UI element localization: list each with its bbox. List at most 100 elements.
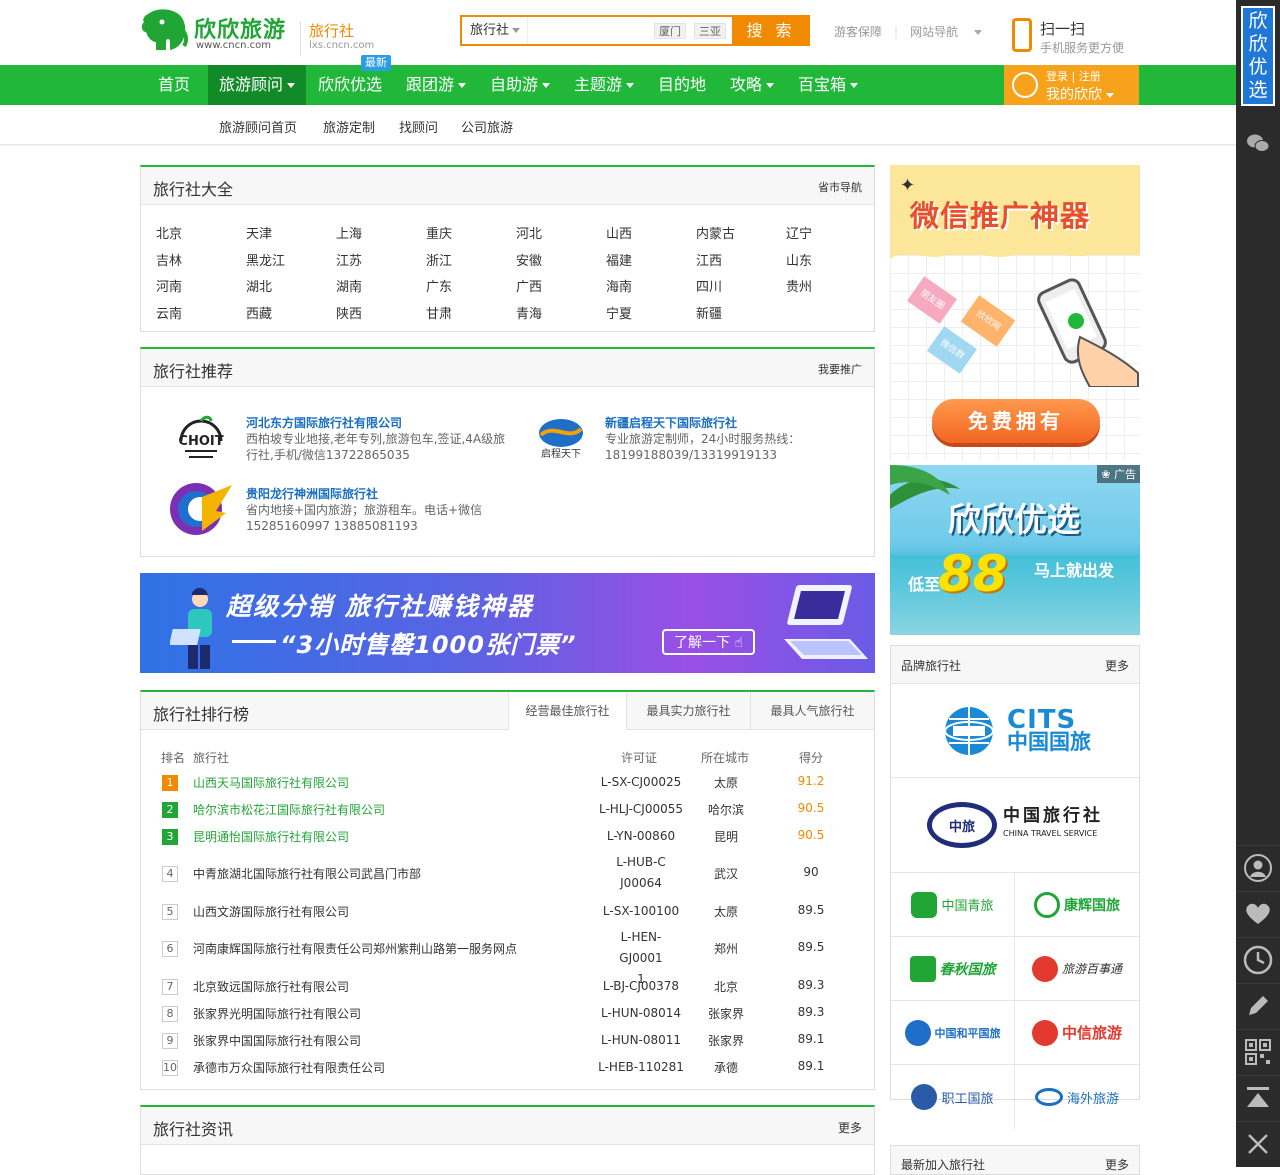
brand-peace[interactable]: 中国和平国旅 [891, 1001, 1015, 1065]
nav-home[interactable]: 首页 [140, 65, 208, 105]
recommend-agency-name[interactable]: 贵阳龙行神洲国际旅行社 [246, 485, 378, 502]
brand-staff[interactable]: 职工国旅 [891, 1065, 1015, 1129]
province-link[interactable]: 河北 [516, 223, 542, 242]
province-link[interactable]: 重庆 [426, 223, 452, 242]
province-link[interactable]: 陕西 [336, 303, 362, 322]
search-type-select[interactable]: 旅行社 [462, 17, 528, 44]
province-link[interactable]: 天津 [246, 223, 272, 242]
province-link[interactable]: 新疆 [696, 303, 722, 322]
my-account-menu[interactable]: 我的欣欣 [1046, 84, 1114, 104]
new-agencies-more-link[interactable]: 更多 [1105, 1156, 1129, 1173]
search-keyword-sanya[interactable]: 三亚 [694, 23, 726, 39]
province-link[interactable]: 青海 [516, 303, 542, 322]
guarantee-link[interactable]: 游客保障 [834, 25, 882, 39]
nav-theme-tour[interactable]: 主题游 [562, 65, 646, 105]
ranking-agency-link[interactable]: 承德市万众国际旅行社有限责任公司 [193, 1059, 385, 1076]
ad-free-button[interactable]: 免费拥有 [932, 399, 1100, 443]
nav-consultant[interactable]: 旅游顾问 [208, 65, 306, 105]
subsite-label[interactable]: 旅行社 lxs.cncn.com [300, 22, 374, 56]
subnav-custom-tour[interactable]: 旅游定制 [323, 117, 375, 136]
back-to-top-icon[interactable] [1236, 1075, 1280, 1119]
tab-best-operated[interactable]: 经营最佳旅行社 [508, 692, 626, 731]
user-icon[interactable] [1236, 845, 1280, 889]
province-link[interactable]: 湖南 [336, 276, 362, 295]
province-link[interactable]: 山西 [606, 223, 632, 242]
search-keyword-xiamen[interactable]: 厦门 [654, 23, 686, 39]
close-icon[interactable] [1236, 1121, 1280, 1165]
ranking-agency-link[interactable]: 昆明通怡国际旅行社有限公司 [193, 828, 349, 845]
heart-icon[interactable] [1236, 891, 1280, 935]
nav-guide[interactable]: 攻略 [718, 65, 786, 105]
province-link[interactable]: 江苏 [336, 250, 362, 269]
brand-comfort[interactable]: 康辉国旅 [1015, 873, 1139, 937]
brand-cits[interactable]: CITS 中国国旅 [891, 684, 1139, 778]
ranking-agency-link[interactable]: 河南康辉国际旅行社有限责任公司郑州紫荆山路第一服务网点 [193, 940, 517, 957]
qrcode-icon[interactable] [1236, 1029, 1280, 1073]
banner-learn-more-button[interactable]: 了解一下 ☝ [662, 629, 755, 655]
ranking-agency-link[interactable]: 北京致远国际旅行社有限公司 [193, 978, 349, 995]
ranking-agency-link[interactable]: 中青旅湖北国际旅行社有限公司武昌门市部 [193, 865, 421, 882]
province-link[interactable]: 浙江 [426, 250, 452, 269]
province-link[interactable]: 四川 [696, 276, 722, 295]
province-link[interactable]: 吉林 [156, 250, 182, 269]
brand-overseas[interactable]: 海外旅游 [1015, 1065, 1139, 1129]
brand-more-link[interactable]: 更多 [1105, 657, 1129, 674]
brand-cts[interactable]: 中旅 中国旅行社 CHINA TRAVEL SERVICE [891, 778, 1139, 873]
nav-destination[interactable]: 目的地 [646, 65, 718, 105]
province-link[interactable]: 河南 [156, 276, 182, 295]
brand-spring[interactable]: 春秋国旅 [891, 937, 1015, 1001]
nav-group-tour[interactable]: 跟团游 [394, 65, 478, 105]
province-link[interactable]: 山东 [786, 250, 812, 269]
search-button[interactable]: 搜 索 [732, 15, 810, 46]
province-link[interactable]: 广东 [426, 276, 452, 295]
ranking-agency-link[interactable]: 张家界中国国际旅行社有限公司 [193, 1032, 361, 1049]
province-link[interactable]: 广西 [516, 276, 542, 295]
province-nav-link[interactable]: 省市导航 [818, 179, 862, 195]
youxuan-ad[interactable]: ❀ 广告 欣欣优选 低至 88 马上就出发 [890, 465, 1140, 635]
province-link[interactable]: 西藏 [246, 303, 272, 322]
province-link[interactable]: 上海 [336, 223, 362, 242]
subnav-find-consultant[interactable]: 找顾问 [399, 117, 438, 136]
brand-cyts[interactable]: 中国青旅 [891, 873, 1015, 937]
tab-most-popular[interactable]: 最具人气旅行社 [750, 692, 874, 730]
sitenav-link[interactable]: 网站导航 [910, 25, 994, 39]
province-link[interactable]: 安徽 [516, 250, 542, 269]
subnav-consultant-home[interactable]: 旅游顾问首页 [219, 117, 297, 136]
subnav-company-tour[interactable]: 公司旅游 [461, 117, 513, 136]
province-link[interactable]: 北京 [156, 223, 182, 242]
brand-baishitong[interactable]: 旅游百事通 [1015, 937, 1139, 1001]
province-link[interactable]: 江西 [696, 250, 722, 269]
sidebar-youxuan[interactable]: 欣欣优选 [1241, 6, 1275, 106]
wechat-promo-ad[interactable]: ✦ 微信推广神器 朋友圈 欣欣网 微信群 免费拥有 [890, 165, 1140, 460]
mobile-scan[interactable]: 扫一扫 手机服务更方便 [1012, 16, 1132, 56]
province-link[interactable]: 辽宁 [786, 223, 812, 242]
brand-citic[interactable]: 中信旅游 [1015, 1001, 1139, 1065]
nav-self-tour[interactable]: 自助游 [478, 65, 562, 105]
login-box[interactable]: 登录 | 注册 我的欣欣 [1004, 65, 1139, 105]
province-link[interactable]: 贵州 [786, 276, 812, 295]
province-link[interactable]: 宁夏 [606, 303, 632, 322]
ranking-agency-link[interactable]: 张家界光明国际旅行社有限公司 [193, 1005, 361, 1022]
tab-strongest[interactable]: 最具实力旅行社 [626, 692, 750, 730]
ranking-agency-link[interactable]: 山西天马国际旅行社有限公司 [193, 774, 349, 791]
nav-youxuan[interactable]: 欣欣优选 [306, 65, 394, 105]
province-link[interactable]: 甘肃 [426, 303, 452, 322]
distribution-banner[interactable]: 超级分销 旅行社赚钱神器 “3小时售罄1000张门票” 了解一下 ☝ [140, 573, 875, 673]
promote-link[interactable]: 我要推广 [818, 361, 862, 377]
province-link[interactable]: 云南 [156, 303, 182, 322]
clock-icon[interactable] [1236, 937, 1280, 981]
news-more-link[interactable]: 更多 [838, 1119, 862, 1136]
site-logo[interactable]: 欣欣旅游 www.cncn.com [140, 6, 290, 56]
ranking-agency-link[interactable]: 山西文游国际旅行社有限公司 [193, 903, 349, 920]
edit-icon[interactable] [1236, 983, 1280, 1027]
province-link[interactable]: 内蒙古 [696, 223, 735, 242]
province-link[interactable]: 黑龙江 [246, 250, 285, 269]
nav-toolbox[interactable]: 百宝箱 [786, 65, 870, 105]
recommend-agency-name[interactable]: 新疆启程天下国际旅行社 [605, 414, 737, 431]
wechat-icon[interactable] [1236, 122, 1280, 166]
province-link[interactable]: 福建 [606, 250, 632, 269]
province-link[interactable]: 海南 [606, 276, 632, 295]
recommend-agency-name[interactable]: 河北东方国际旅行社有限公司 [246, 414, 402, 431]
ranking-agency-link[interactable]: 哈尔滨市松花江国际旅行社有限公司 [193, 801, 385, 818]
province-link[interactable]: 湖北 [246, 276, 272, 295]
